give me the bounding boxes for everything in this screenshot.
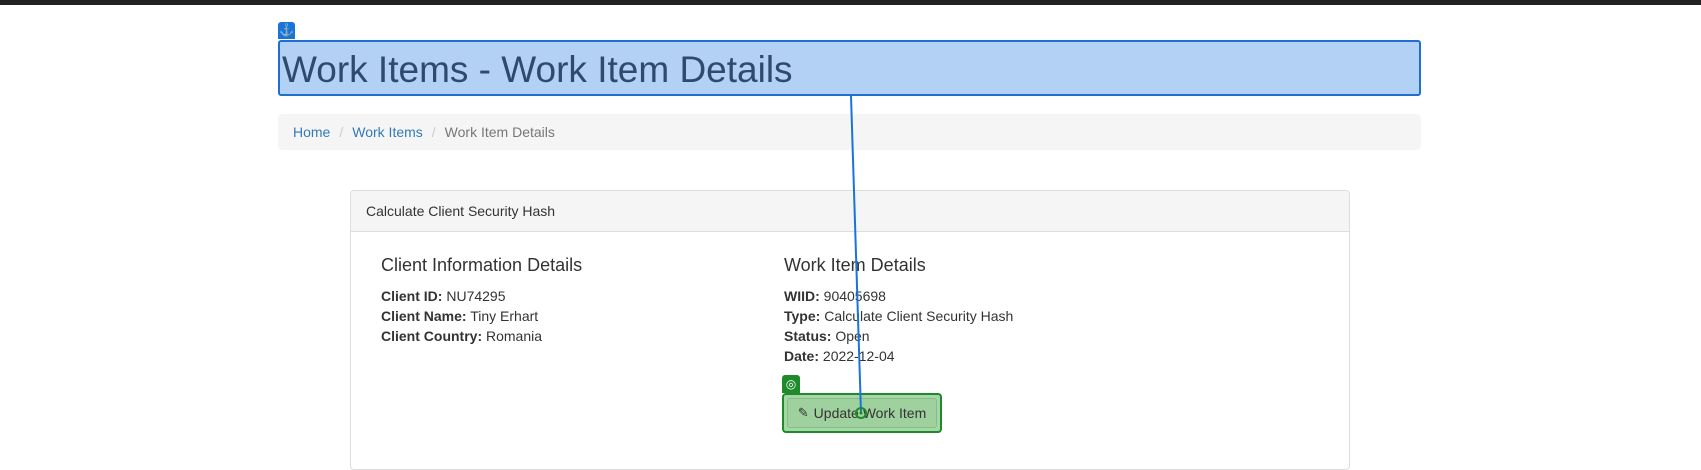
date-row: Date: 2022-12-04 <box>784 346 1184 366</box>
type-label: Type: <box>784 308 821 324</box>
date-value: 2022-12-04 <box>822 348 895 364</box>
type-value: Calculate Client Security Hash <box>824 308 1014 324</box>
update-work-item-button[interactable]: ✎ Update Work Item <box>787 398 937 428</box>
type-row: Type: Calculate Client Security Hash <box>784 306 1184 326</box>
update-button-highlight: ✎ Update Work Item <box>782 393 942 433</box>
breadcrumb: Home / Work Items / Work Item Details <box>278 114 1421 150</box>
wiid-value: 90405698 <box>823 288 886 304</box>
breadcrumb-current: Work Item Details <box>444 124 555 140</box>
client-country-label: Client Country: <box>381 328 483 344</box>
breadcrumb-separator: / <box>339 124 344 140</box>
client-info-title: Client Information Details <box>381 255 583 275</box>
pencil-icon: ✎ <box>797 405 809 420</box>
main-container: Work Items - Work Item Details Home / Wo… <box>278 40 1421 150</box>
client-name-label: Client Name: <box>381 308 467 324</box>
page-title: Work Items - Work Item Details <box>278 40 1421 96</box>
update-work-item-label: Update Work Item <box>813 405 927 421</box>
client-info-section: Client Information Details Client ID: NU… <box>381 255 761 346</box>
top-navbar <box>0 0 1701 5</box>
work-item-section: Work Item Details WIID: 90405698 Type: C… <box>784 255 1184 366</box>
panel-heading: Calculate Client Security Hash <box>351 191 1349 232</box>
wiid-row: WIID: 90405698 <box>784 286 1184 306</box>
work-item-title: Work Item Details <box>784 255 926 275</box>
breadcrumb-home-link[interactable]: Home <box>293 124 330 140</box>
breadcrumb-work-items-link[interactable]: Work Items <box>352 124 423 140</box>
anchor-icon: ⚓ <box>278 22 295 39</box>
wiid-label: WIID: <box>784 288 820 304</box>
client-id-row: Client ID: NU74295 <box>381 286 761 306</box>
breadcrumb-separator: / <box>431 124 436 140</box>
status-label: Status: <box>784 328 832 344</box>
client-country-row: Client Country: Romania <box>381 326 761 346</box>
client-id-label: Client ID: <box>381 288 443 304</box>
client-id-value: NU74295 <box>446 288 506 304</box>
target-icon: ◎ <box>782 375 800 393</box>
status-value: Open <box>835 328 870 344</box>
client-name-row: Client Name: Tiny Erhart <box>381 306 761 326</box>
client-name-value: Tiny Erhart <box>470 308 539 324</box>
date-label: Date: <box>784 348 820 364</box>
client-country-value: Romania <box>486 328 543 344</box>
status-row: Status: Open <box>784 326 1184 346</box>
